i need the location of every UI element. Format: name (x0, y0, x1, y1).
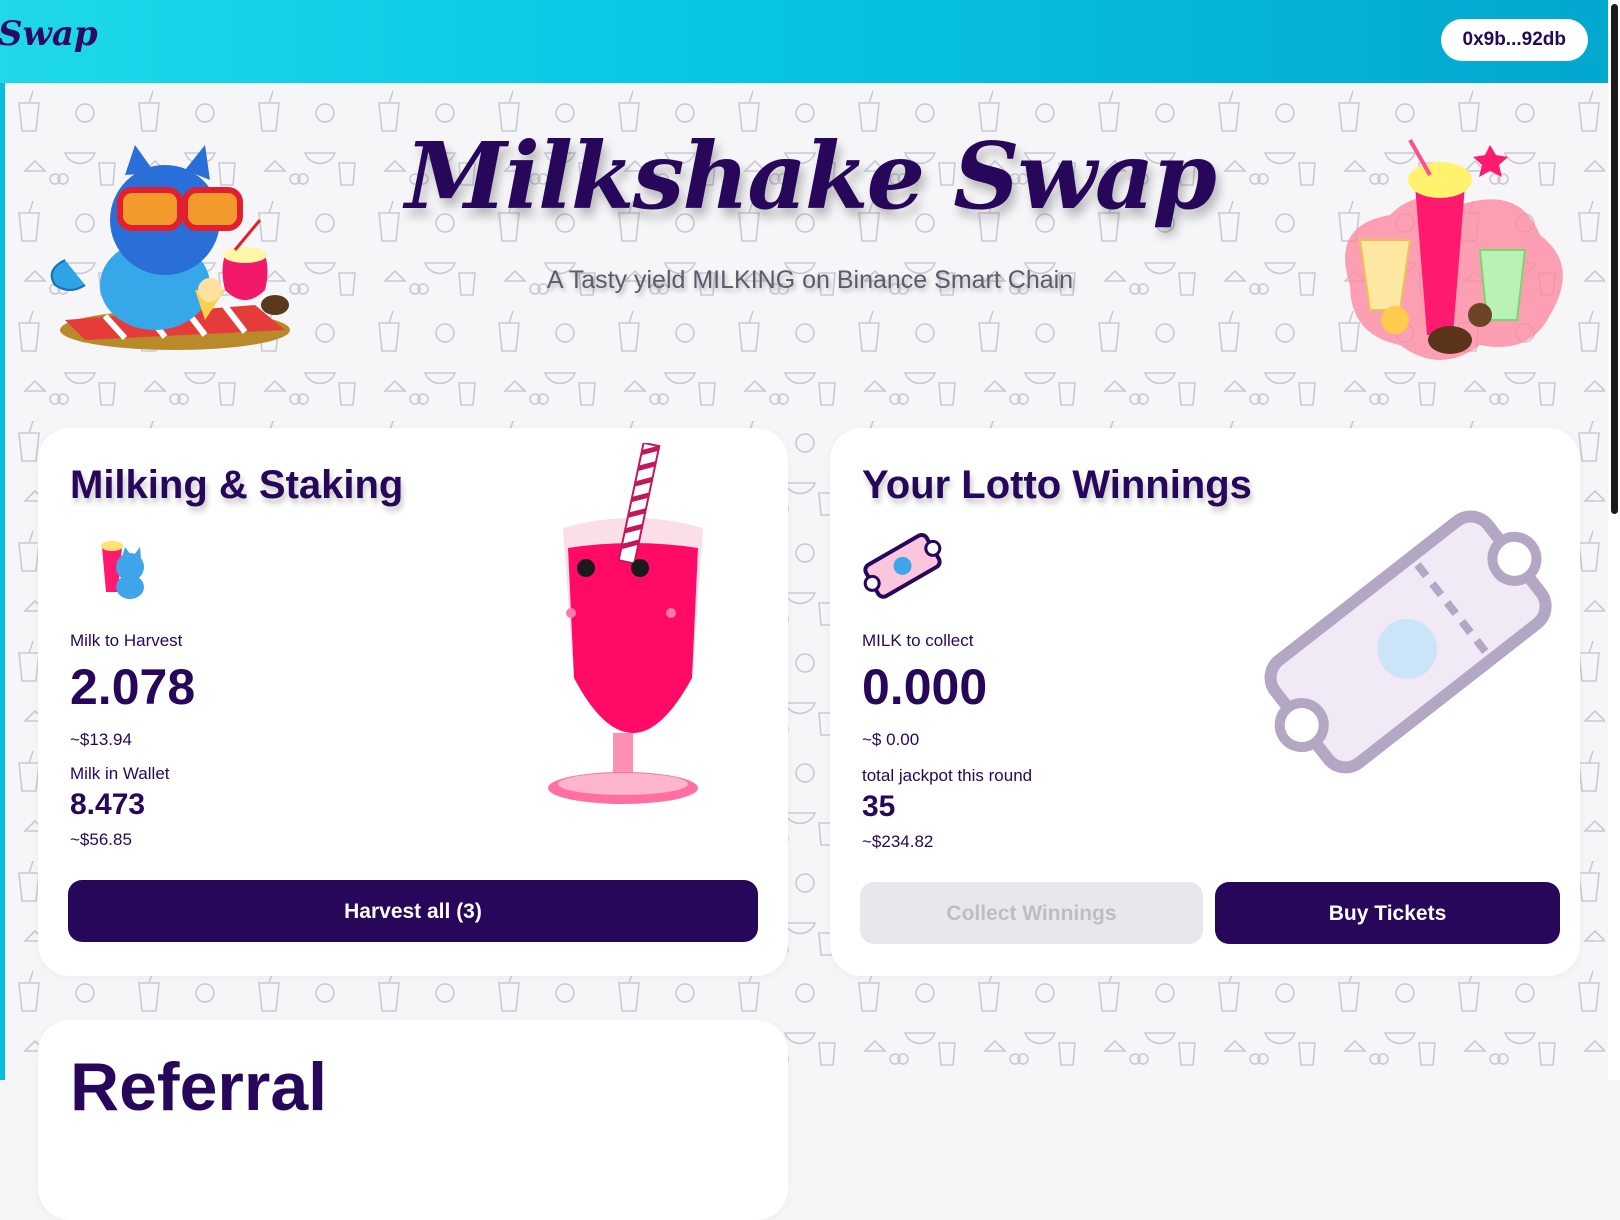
collect-winnings-button[interactable]: Collect Winnings (860, 882, 1203, 944)
buy-tickets-button[interactable]: Buy Tickets (1215, 882, 1560, 944)
lotto-ticket-icon (862, 528, 942, 603)
card-title: Your Lotto Winnings (862, 463, 1252, 507)
pink-milkshake-glass-illustration (543, 441, 723, 813)
total-jackpot-label: total jackpot this round (862, 766, 1033, 785)
page-scrollbar[interactable] (1608, 0, 1620, 1080)
total-jackpot-value: 35 (862, 790, 896, 823)
wallet-address-button[interactable]: 0x9b...92db (1440, 19, 1588, 61)
milk-to-harvest-value: 2.078 (70, 659, 196, 715)
milk-to-harvest-label: Milk to Harvest (70, 631, 183, 650)
milking-staking-card: Milking & Staking Milk to Harvest 2.078 … (38, 428, 788, 976)
lotto-ticket-watermark (1250, 488, 1560, 788)
milk-to-collect-label: MILK to collect (862, 631, 974, 650)
milk-to-collect-usd: ~$ 0.00 (862, 730, 920, 749)
card-title: Milking & Staking (70, 463, 404, 507)
milk-in-wallet-label: Milk in Wallet (70, 764, 170, 783)
milk-token-icon (92, 532, 152, 602)
hero-title: Milkshake Swap (405, 122, 1217, 230)
referral-card: Referral (38, 1020, 788, 1220)
lotto-winnings-card: Your Lotto Winnings MILK to collect 0.00… (830, 428, 1580, 976)
card-title: Referral (70, 1049, 328, 1125)
harvest-all-button[interactable]: Harvest all (3) (68, 880, 758, 942)
milk-in-wallet-value: 8.473 (70, 788, 146, 821)
top-navbar: Swap 0x9b...92db (0, 0, 1620, 83)
brand-logo-text[interactable]: Swap (0, 14, 98, 54)
total-jackpot-usd: ~$234.82 (862, 832, 934, 851)
hero-subtitle: A Tasty yield MILKING on Binance Smart C… (546, 266, 1074, 294)
milk-in-wallet-usd: ~$56.85 (70, 830, 132, 849)
scrollbar-thumb[interactable] (1611, 4, 1618, 514)
milk-to-collect-value: 0.000 (862, 659, 988, 715)
milk-to-harvest-usd: ~$13.94 (70, 730, 132, 749)
